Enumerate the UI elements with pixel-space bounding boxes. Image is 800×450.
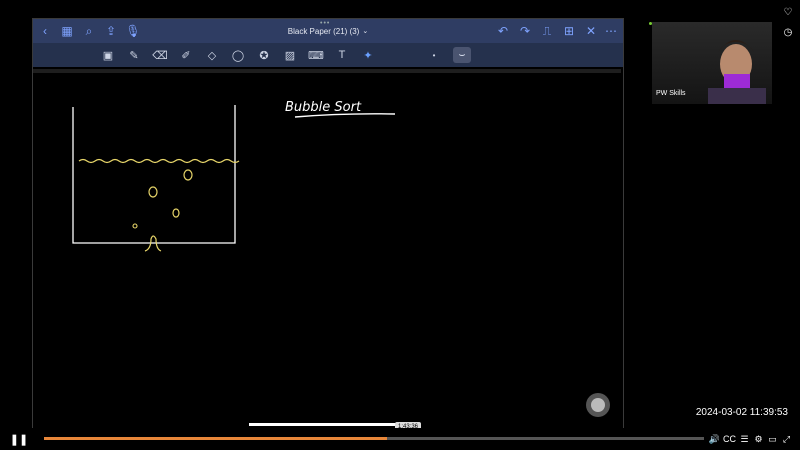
highlighter-icon[interactable]: ✐ — [177, 47, 195, 63]
bubble — [172, 208, 180, 218]
document-title[interactable]: Black Paper (21) (3) — [288, 27, 360, 36]
handwriting-layer: Bubble Sort — [72, 100, 396, 252]
shapes-icon[interactable]: ◇ — [203, 47, 221, 63]
webcam-feed: PW Skills — [652, 22, 772, 104]
notes-app-window: ‹ ▦ ⌕ ⇪ 🎙 ••• Black Paper (21) (3) ⌄ ↶ ↷… — [32, 18, 624, 433]
back-icon[interactable]: ‹ — [35, 19, 55, 43]
volume-icon[interactable]: 🔊 — [708, 431, 721, 447]
progress-fill — [44, 437, 388, 440]
heading-text: Bubble Sort — [285, 100, 362, 115]
grid-icon[interactable]: ▦ — [57, 19, 77, 43]
bubble — [183, 169, 193, 181]
star-icon[interactable]: ✪ — [255, 47, 273, 63]
bubble — [132, 223, 138, 229]
chapters-icon[interactable]: ☰ — [738, 431, 751, 447]
bookmark-icon[interactable]: ⎍ — [537, 19, 557, 43]
captions-icon[interactable]: CC — [723, 431, 736, 447]
title-chevron-icon[interactable]: ⌄ — [362, 27, 368, 35]
scrub-preview-bar — [249, 423, 397, 426]
water-surface — [78, 158, 240, 164]
photo-icon[interactable]: ▨ — [281, 47, 299, 63]
pause-icon[interactable]: ❚❚ — [10, 431, 28, 447]
share-icon[interactable]: ⇪ — [101, 19, 121, 43]
progress-track[interactable] — [44, 437, 704, 440]
heart-icon[interactable]: ♡ — [780, 4, 796, 20]
lasso-icon[interactable]: ◯ — [229, 47, 247, 63]
redo-icon[interactable]: ↷ — [515, 19, 535, 43]
search-icon[interactable]: ⌕ — [79, 19, 99, 43]
fullscreen-icon[interactable]: ⤢ — [780, 431, 793, 447]
laser-icon[interactable]: ✦ — [359, 47, 377, 63]
drawing-toolbar: ▣ ✎ ⌫ ✐ ◇ ◯ ✪ ▨ ⌨ T ✦ • ⌣ — [33, 43, 623, 67]
pen-icon[interactable]: ✎ — [125, 47, 143, 63]
video-player-controls: ❚❚ 🔊 CC ☰ ⚙ ▭ ⤢ — [0, 428, 800, 450]
webcam-label: PW Skills — [656, 90, 686, 97]
stroke-icon[interactable]: ⌣ — [453, 47, 471, 63]
keyboard-icon[interactable]: ⌨ — [307, 47, 325, 63]
more-icon[interactable]: ⋯ — [601, 19, 621, 43]
undo-icon[interactable]: ↶ — [493, 19, 513, 43]
pip-icon[interactable]: ▭ — [766, 431, 779, 447]
bubble — [148, 186, 158, 198]
settings-gear-icon[interactable]: ⚙ — [752, 431, 765, 447]
drawing-canvas[interactable]: Bubble Sort — [33, 69, 621, 433]
close-icon[interactable]: ✕ — [581, 19, 601, 43]
dot-size-icon[interactable]: • — [425, 47, 443, 63]
image-tool-icon[interactable]: ▣ — [99, 47, 117, 63]
text-icon[interactable]: T — [333, 47, 351, 63]
add-page-icon[interactable]: ⊞ — [559, 19, 579, 43]
title-bar: ‹ ▦ ⌕ ⇪ 🎙 ••• Black Paper (21) (3) ⌄ ↶ ↷… — [33, 19, 623, 43]
eraser-icon[interactable]: ⌫ — [151, 47, 169, 63]
assistive-touch-button[interactable] — [586, 393, 610, 417]
recording-timestamp: 2024-03-02 11:39:53 — [695, 407, 788, 418]
clock-icon[interactable]: ◷ — [780, 24, 796, 40]
beaker-outline — [72, 105, 236, 244]
mic-icon[interactable]: 🎙 — [123, 19, 143, 43]
